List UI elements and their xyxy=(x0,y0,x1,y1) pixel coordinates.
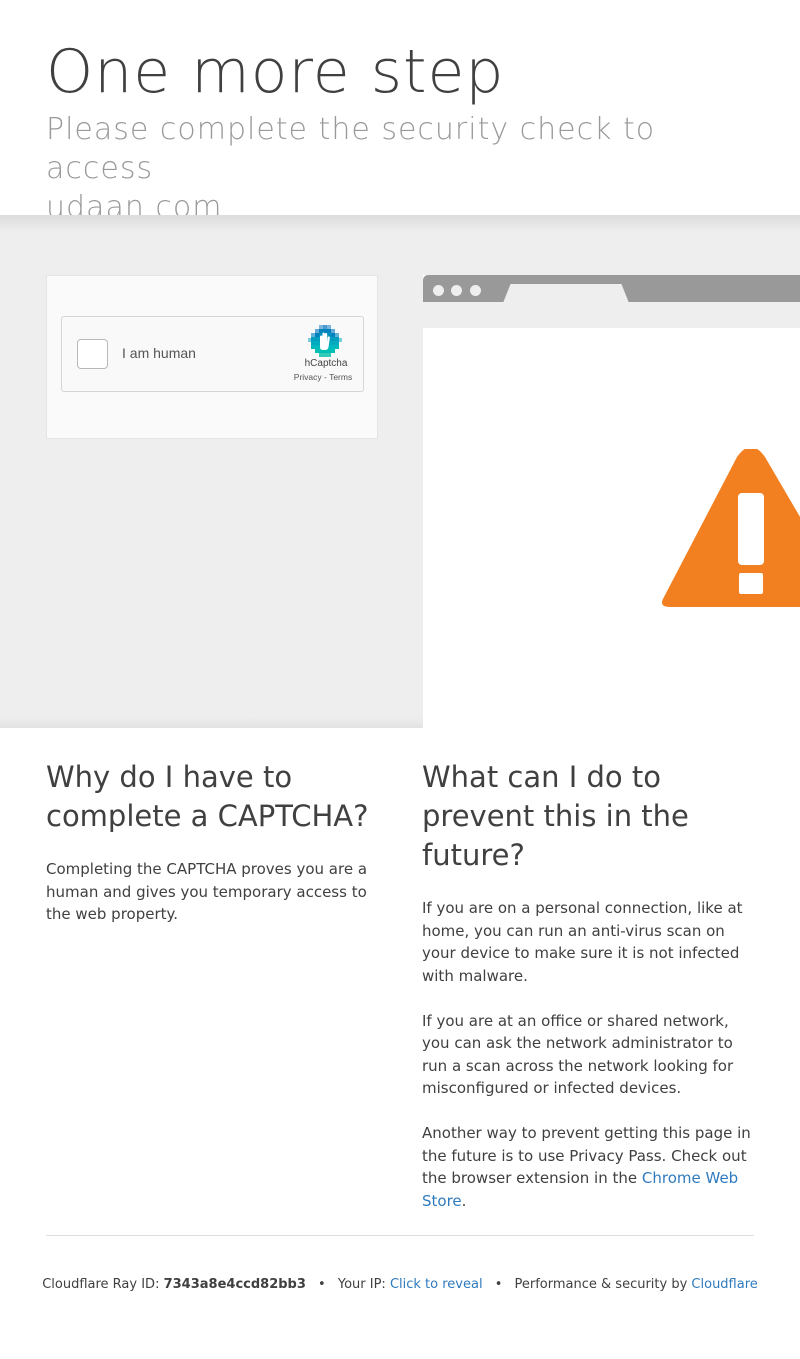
paragraph-period: . xyxy=(461,1191,467,1210)
performance-label: Performance & security by xyxy=(514,1277,692,1292)
band-shadow-bottom xyxy=(0,716,423,728)
hcaptcha-brand: hCaptcha xyxy=(304,358,348,369)
terms-link[interactable]: Terms xyxy=(329,372,352,382)
why-heading: Why do I have to complete a CAPTCHA? xyxy=(46,760,369,833)
human-label[interactable]: I am human xyxy=(122,345,196,361)
page-title: One more step xyxy=(46,37,505,107)
ip-label: Your IP: xyxy=(337,1277,390,1292)
browser-illustration xyxy=(423,275,800,728)
prevent-paragraph-1: If you are on a personal connection, lik… xyxy=(422,899,743,985)
page-header: One more step Please complete the securi… xyxy=(46,38,766,227)
why-body: Completing the CAPTCHA proves you are a … xyxy=(46,860,368,923)
hcaptcha-widget[interactable]: I am human hCaptcha Privacy - Terms xyxy=(61,316,364,392)
prevent-paragraph-3: Another way to prevent getting this page… xyxy=(422,1122,754,1212)
window-dot-icon xyxy=(451,285,462,296)
window-dot-icon xyxy=(470,285,481,296)
prevent-section: What can I do to prevent this in the fut… xyxy=(422,758,754,1212)
ray-id-value: 7343a8e4ccd82bb3 xyxy=(163,1277,306,1292)
links-separator: - xyxy=(321,372,330,382)
footer-bullet: • xyxy=(494,1277,503,1292)
hcaptcha-logo-icon xyxy=(308,325,342,357)
ray-id-label: Cloudflare Ray ID: xyxy=(42,1277,164,1292)
human-checkbox[interactable] xyxy=(77,339,108,369)
subtitle-text: Please complete the security check to ac… xyxy=(46,112,656,186)
why-section: Why do I have to complete a CAPTCHA? Com… xyxy=(46,758,378,926)
footer: Cloudflare Ray ID: 7343a8e4ccd82bb3 • Yo… xyxy=(0,1277,800,1292)
privacy-link[interactable]: Privacy xyxy=(294,372,322,382)
browser-toolbar xyxy=(423,302,800,328)
browser-titlebar xyxy=(423,275,800,303)
prevent-heading: What can I do to prevent this in the fut… xyxy=(422,760,689,872)
browser-tab xyxy=(503,284,629,303)
reveal-ip-link[interactable]: Click to reveal xyxy=(390,1277,483,1292)
band-shadow xyxy=(0,215,800,233)
cloudflare-link[interactable]: Cloudflare xyxy=(691,1277,757,1292)
footer-divider xyxy=(46,1235,754,1236)
footer-bullet: • xyxy=(318,1277,326,1292)
warning-triangle-icon xyxy=(662,449,800,607)
prevent-paragraph-2: If you are at an office or shared networ… xyxy=(422,1011,734,1098)
page-subtitle: Please complete the security check to ac… xyxy=(46,110,766,227)
captcha-card: I am human hCaptcha Privacy - Terms xyxy=(46,275,378,439)
hcaptcha-links: Privacy - Terms xyxy=(283,372,363,382)
window-dot-icon xyxy=(433,285,444,296)
